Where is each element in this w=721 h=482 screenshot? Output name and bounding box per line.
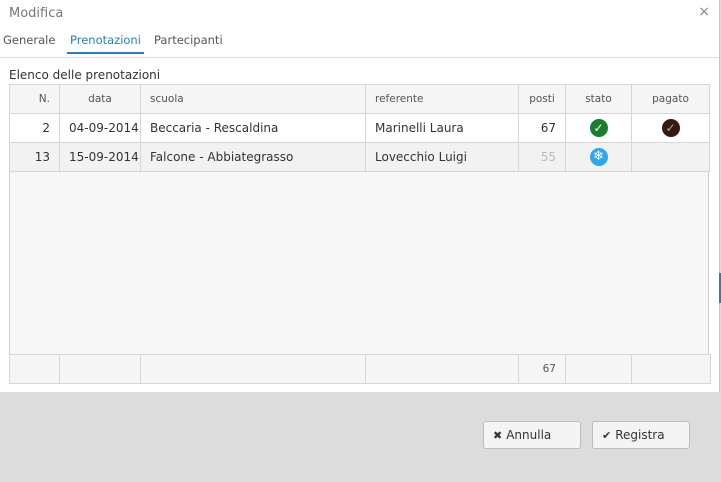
table-footer: 67 [9, 354, 711, 384]
cell-scuola: Falcone - Abbiategrasso [140, 142, 366, 172]
cell-stato: ✓ [565, 113, 632, 143]
list-title: Elenco delle prenotazioni [9, 68, 161, 82]
footer-cell [365, 354, 519, 384]
footer-cell [140, 354, 366, 384]
footer-cell [631, 354, 711, 384]
close-icon[interactable]: × [698, 4, 710, 20]
tab-prenotazioni[interactable]: Prenotazioni [67, 33, 144, 54]
table-header-row: N. data scuola referente posti stato pag… [9, 84, 710, 114]
bookings-grid: N. data scuola referente posti stato pag… [9, 84, 711, 384]
col-header-scuola[interactable]: scuola [140, 84, 366, 114]
cell-pagato [631, 142, 710, 172]
cell-posti: 67 [518, 113, 566, 143]
col-header-posti[interactable]: posti [518, 84, 566, 114]
col-header-data[interactable]: data [59, 84, 141, 114]
dialog-title: Modifica [9, 6, 64, 21]
cell-referente: Lovecchio Luigi [365, 142, 519, 172]
cell-stato: ❄ [565, 142, 632, 172]
snowflake-icon: ❄ [589, 148, 608, 166]
edit-dialog: Modifica × Generale Prenotazioni Parteci… [0, 0, 720, 392]
cell-data: 15-09-2014 [59, 142, 141, 172]
footer-posti-total: 67 [518, 354, 566, 384]
cancel-button[interactable]: ✖ Annulla [483, 421, 581, 449]
tab-partecipanti[interactable]: Partecipanti [154, 33, 223, 52]
cell-n: 2 [9, 113, 60, 143]
paid-check-icon: ✓ [661, 119, 680, 137]
check-icon: ✓ [589, 119, 608, 137]
footer-row: 67 [9, 354, 711, 384]
tab-generale[interactable]: Generale [3, 33, 55, 52]
col-header-pagato[interactable]: pagato [631, 84, 710, 114]
footer-cell [59, 354, 141, 384]
table-row[interactable]: 13 15-09-2014 Falcone - Abbiategrasso Lo… [9, 142, 710, 172]
cell-pagato: ✓ [631, 113, 710, 143]
footer-cell [9, 354, 60, 384]
cell-posti: 55 [518, 142, 566, 172]
cancel-button-label: Annulla [506, 428, 552, 442]
bookings-table: N. data scuola referente posti stato pag… [9, 84, 710, 172]
cell-scuola: Beccaria - Rescaldina [140, 113, 366, 143]
col-header-referente[interactable]: referente [365, 84, 519, 114]
cell-n: 13 [9, 142, 60, 172]
times-icon: ✖ [493, 428, 503, 442]
col-header-n[interactable]: N. [9, 84, 60, 114]
cell-data: 04-09-2014 [59, 113, 141, 143]
table-row[interactable]: 2 04-09-2014 Beccaria - Rescaldina Marin… [9, 113, 710, 143]
footer-cell [565, 354, 632, 384]
cell-referente: Marinelli Laura [365, 113, 519, 143]
check-icon: ✔ [602, 428, 612, 442]
tab-bar: Generale Prenotazioni Partecipanti [0, 33, 719, 58]
col-header-stato[interactable]: stato [565, 84, 632, 114]
save-button[interactable]: ✔ Registra [592, 421, 690, 449]
save-button-label: Registra [615, 428, 665, 442]
